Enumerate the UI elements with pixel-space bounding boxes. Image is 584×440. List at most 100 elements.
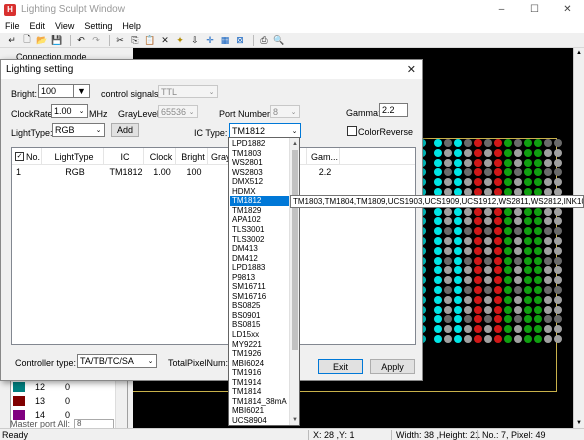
table-row[interactable]: 1 RGB TM1812 1.00 100 2.2 — [12, 165, 415, 179]
led-dot[interactable] — [464, 158, 472, 167]
led-dot[interactable] — [434, 148, 442, 157]
led-dot[interactable] — [504, 168, 512, 177]
led-dot[interactable] — [504, 227, 512, 236]
led-dot[interactable] — [464, 178, 472, 187]
colorreverse-checkbox[interactable] — [347, 126, 357, 136]
led-dot[interactable] — [484, 168, 492, 177]
led-dot[interactable] — [524, 217, 532, 226]
menu-edit[interactable]: Edit — [25, 21, 51, 31]
led-dot[interactable] — [514, 148, 522, 157]
led-dot[interactable] — [454, 335, 462, 343]
delete-icon[interactable]: ✕ — [159, 34, 171, 46]
led-dot[interactable] — [514, 295, 522, 304]
led-dot[interactable] — [434, 305, 442, 314]
led-dot[interactable] — [444, 158, 452, 167]
led-dot[interactable] — [484, 237, 492, 245]
led-dot[interactable] — [454, 246, 462, 255]
ictype-dropdown-list[interactable]: ▲ ▼ LPD1882 TM1803 WS2801 WS2803 DMX512 HDMX T… — [228, 137, 300, 426]
led-dot[interactable] — [534, 139, 542, 147]
chevron-down-icon[interactable]: ▼ — [73, 85, 89, 97]
led-dot[interactable] — [544, 335, 552, 343]
led-dot[interactable] — [494, 266, 502, 275]
led-dot[interactable] — [554, 246, 562, 255]
led-dot[interactable] — [504, 148, 512, 157]
led-dot[interactable] — [514, 315, 522, 324]
led-dot[interactable] — [454, 315, 462, 324]
led-dot[interactable] — [484, 217, 492, 226]
led-dot[interactable] — [464, 139, 472, 147]
led-dot[interactable] — [544, 148, 552, 157]
led-dot[interactable] — [484, 315, 492, 324]
chevron-down-icon[interactable]: ⌄ — [145, 355, 156, 367]
led-dot[interactable] — [454, 295, 462, 304]
col-gray[interactable]: Gray — [208, 148, 231, 165]
led-dot[interactable] — [474, 335, 482, 343]
led-dot[interactable] — [524, 227, 532, 236]
led-dot[interactable] — [454, 237, 462, 245]
led-dot[interactable] — [484, 256, 492, 265]
led-dot[interactable] — [454, 158, 462, 167]
led-dot[interactable] — [474, 256, 482, 265]
led-dot[interactable] — [444, 148, 452, 157]
led-dot[interactable] — [534, 266, 542, 275]
scroll-up-icon[interactable]: ▲ — [574, 50, 584, 56]
led-dot[interactable] — [554, 139, 562, 147]
led-dot[interactable] — [494, 217, 502, 226]
led-dot[interactable] — [454, 207, 462, 216]
led-dot[interactable] — [504, 325, 512, 334]
col-no[interactable]: ✓ No. — [12, 148, 42, 165]
led-dot[interactable] — [464, 168, 472, 177]
led-dot[interactable] — [434, 295, 442, 304]
led-dot[interactable] — [474, 178, 482, 187]
led-dot[interactable] — [514, 335, 522, 343]
led-dot[interactable] — [474, 315, 482, 324]
led-dot[interactable] — [524, 315, 532, 324]
led-dot[interactable] — [544, 256, 552, 265]
led-dot[interactable] — [534, 237, 542, 245]
led-dot[interactable] — [524, 237, 532, 245]
chevron-down-icon[interactable]: ⌄ — [93, 124, 104, 136]
led-dot[interactable] — [514, 266, 522, 275]
led-dot[interactable] — [444, 315, 452, 324]
led-dot[interactable] — [514, 139, 522, 147]
led-dot[interactable] — [534, 246, 542, 255]
led-dot[interactable] — [514, 178, 522, 187]
led-dot[interactable] — [434, 266, 442, 275]
led-dot[interactable] — [544, 139, 552, 147]
led-dot[interactable] — [454, 178, 462, 187]
dialog-close-icon[interactable]: ✕ — [407, 63, 416, 76]
led-dot[interactable] — [514, 305, 522, 314]
led-dot[interactable] — [444, 139, 452, 147]
led-dot[interactable] — [464, 276, 472, 285]
led-dot[interactable] — [444, 325, 452, 334]
led-dot[interactable] — [544, 158, 552, 167]
led-dot[interactable] — [484, 246, 492, 255]
led-dot[interactable] — [494, 325, 502, 334]
col-gamma[interactable]: Gam... — [306, 148, 340, 165]
led-dot[interactable] — [514, 246, 522, 255]
led-dot[interactable] — [474, 305, 482, 314]
led-dot[interactable] — [504, 158, 512, 167]
led-dot[interactable] — [454, 266, 462, 275]
led-dot[interactable] — [454, 227, 462, 236]
led-dot[interactable] — [514, 217, 522, 226]
led-dot[interactable] — [534, 148, 542, 157]
led-dot[interactable] — [484, 207, 492, 216]
col-lighttype[interactable]: LightType — [42, 148, 104, 165]
led-dot[interactable] — [434, 246, 442, 255]
led-dot[interactable] — [504, 335, 512, 343]
led-dot[interactable] — [534, 168, 542, 177]
led-dot[interactable] — [514, 286, 522, 294]
led-dot[interactable] — [494, 276, 502, 285]
led-dot[interactable] — [474, 148, 482, 157]
led-dot[interactable] — [494, 207, 502, 216]
led-dot[interactable] — [474, 246, 482, 255]
led-dot[interactable] — [524, 207, 532, 216]
led-dot[interactable] — [504, 178, 512, 187]
apply-button[interactable]: Apply — [370, 359, 415, 374]
led-dot[interactable] — [434, 207, 442, 216]
led-dot[interactable] — [434, 325, 442, 334]
led-dot[interactable] — [514, 207, 522, 216]
led-dot[interactable] — [544, 325, 552, 334]
scroll-down-icon[interactable]: ▼ — [290, 415, 300, 424]
